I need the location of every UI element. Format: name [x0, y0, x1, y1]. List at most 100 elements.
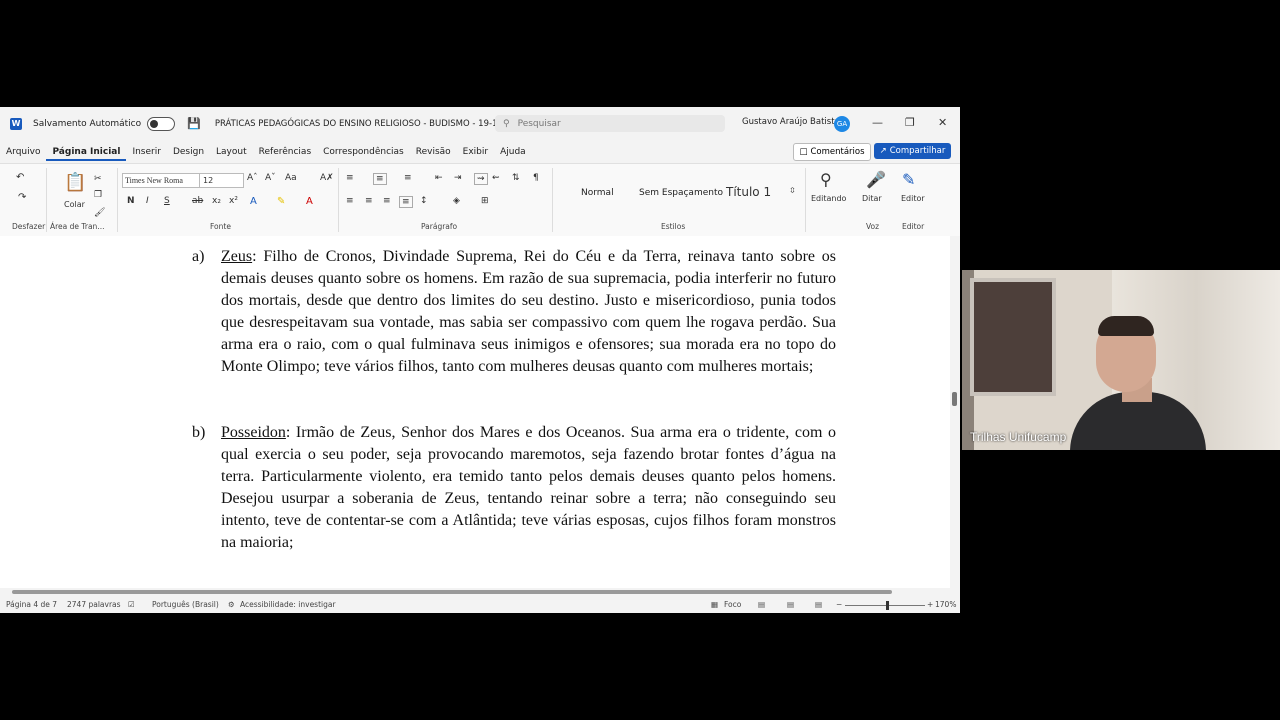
minimize-icon[interactable]: — [872, 116, 883, 129]
font-name-select[interactable]: Times New Roma [122, 173, 200, 188]
style-no-spacing[interactable]: Sem Espaçamento [639, 188, 723, 198]
save-icon[interactable]: 💾 [187, 117, 201, 130]
list-item[interactable]: b) Posseidon: Irmão de Zeus, Senhor dos … [192, 422, 836, 554]
change-case-icon[interactable]: Aa [285, 173, 297, 183]
share-button[interactable]: ↗ Compartilhar [874, 143, 951, 159]
zoom-slider-knob[interactable] [886, 601, 889, 610]
styles-scroll-icon[interactable]: ⇳ [789, 186, 796, 195]
clear-format-icon[interactable]: A✗ [320, 173, 334, 183]
tab-layout[interactable]: Layout [210, 143, 253, 161]
vertical-scrollbar[interactable] [950, 236, 960, 591]
bold-icon[interactable]: N [127, 196, 135, 206]
focus-icon: ▦ [711, 600, 719, 609]
microphone-icon[interactable]: 🎤 [866, 170, 886, 189]
shading-icon[interactable]: ◈ [453, 196, 460, 206]
scroll-thumb[interactable] [952, 392, 957, 406]
group-label-editor: Editor [902, 222, 925, 231]
align-right-icon[interactable]: ≡ [383, 196, 391, 206]
format-painter-icon[interactable]: 🖌 [94, 208, 105, 218]
read-mode-icon[interactable]: ▤ [758, 600, 765, 609]
shrink-font-icon[interactable]: Aˇ [265, 173, 276, 183]
tab-pagina-inicial[interactable]: Página Inicial [46, 143, 127, 161]
document-title[interactable]: PRÁTICAS PEDAGÓGICAS DO ENSINO RELIGIOSO… [215, 119, 520, 129]
language[interactable]: Português (Brasil) [152, 600, 219, 609]
user-name[interactable]: Gustavo Araújo Batista [742, 117, 840, 127]
zoom-in-icon[interactable]: + [927, 600, 933, 609]
tab-arquivo[interactable]: Arquivo [0, 143, 46, 161]
subscript-icon[interactable]: x₂ [212, 196, 221, 206]
font-size-select[interactable]: 12 [199, 173, 244, 188]
avatar[interactable]: GA [834, 116, 850, 132]
scroll-thumb[interactable] [12, 590, 892, 594]
proofing-icon[interactable]: ☑ [128, 600, 135, 609]
ltr-icon[interactable]: ⇝ [474, 173, 488, 185]
restore-icon[interactable]: ❐ [905, 116, 915, 129]
accessibility-status[interactable]: Acessibilidade: investigar [240, 600, 336, 609]
copy-icon[interactable]: ❐ [94, 190, 102, 200]
word-count[interactable]: 2747 palavras [67, 600, 121, 609]
bullets-icon[interactable]: ≡ [346, 173, 354, 183]
decrease-indent-icon[interactable]: ⇤ [435, 173, 443, 183]
paste-icon[interactable]: 📋 [64, 172, 86, 193]
tab-design[interactable]: Design [167, 143, 210, 161]
sort-icon[interactable]: ⇅ [512, 173, 520, 183]
borders-icon[interactable]: ⊞ [481, 196, 489, 206]
tab-ajuda[interactable]: Ajuda [494, 143, 532, 161]
list-item[interactable]: a) Zeus: Filho de Cronos, Divindade Supr… [192, 246, 836, 378]
web-layout-icon[interactable]: ▤ [815, 600, 822, 609]
increase-indent-icon[interactable]: ⇥ [454, 173, 462, 183]
tab-exibir[interactable]: Exibir [457, 143, 494, 161]
rtl-icon[interactable]: ⇜ [492, 173, 500, 183]
paragraph-text: : Filho de Cronos, Divindade Suprema, Re… [221, 248, 836, 375]
search-icon[interactable]: ⚲ [820, 170, 832, 189]
page-count[interactable]: Página 4 de 7 [6, 600, 57, 609]
document-canvas[interactable]: a) Zeus: Filho de Cronos, Divindade Supr… [0, 236, 950, 591]
search-placeholder: Pesquisar [517, 118, 561, 129]
zoom-slider[interactable] [845, 605, 925, 606]
word-window: W Salvamento Automático 💾 PRÁTICAS PEDAG… [0, 107, 960, 613]
comments-button[interactable]: □ Comentários [793, 143, 871, 161]
webcam-feed: Trilhas Unifucamp [962, 270, 1280, 450]
editor-icon[interactable]: ✎ [902, 170, 915, 189]
close-icon[interactable]: ✕ [938, 116, 947, 129]
editor-label[interactable]: Editor [901, 194, 925, 203]
multilevel-list-icon[interactable]: ≡ [404, 173, 412, 183]
align-left-icon[interactable]: ≡ [346, 196, 354, 206]
underline-icon[interactable]: S [164, 196, 170, 206]
style-normal[interactable]: Normal [581, 188, 614, 198]
tab-inserir[interactable]: Inserir [126, 143, 167, 161]
zoom-level[interactable]: 170% [935, 600, 956, 609]
line-spacing-icon[interactable]: ↕ [420, 196, 428, 206]
deity-name: Posseidon [221, 424, 286, 441]
autosave-toggle[interactable] [147, 116, 176, 131]
cut-icon[interactable]: ✂ [94, 174, 102, 184]
search-input[interactable]: ⚲ Pesquisar [495, 115, 725, 132]
numbering-icon[interactable]: ≡ [373, 173, 387, 185]
redo-icon[interactable]: ↷ [18, 192, 26, 203]
highlight-icon[interactable]: ✎ [277, 196, 285, 207]
comments-label: Comentários [810, 147, 865, 157]
align-center-icon[interactable]: ≡ [365, 196, 373, 206]
text-effects-icon[interactable]: A [250, 196, 257, 207]
strikethrough-icon[interactable]: ab [192, 196, 203, 206]
group-label-clipboard: Área de Tran... [50, 222, 105, 231]
list-marker: b) [192, 424, 206, 441]
tab-correspondencias[interactable]: Correspondências [317, 143, 410, 161]
style-title-1[interactable]: Título 1 [726, 185, 771, 199]
paste-label[interactable]: Colar [64, 200, 85, 209]
editing-label[interactable]: Editando [811, 194, 846, 203]
undo-icon[interactable]: ↶ [16, 172, 24, 183]
focus-label[interactable]: Foco [724, 600, 741, 609]
superscript-icon[interactable]: x² [229, 196, 238, 206]
zoom-out-icon[interactable]: − [836, 600, 842, 609]
horizontal-scrollbar[interactable] [0, 588, 950, 596]
font-color-icon[interactable]: A [306, 196, 313, 207]
pilcrow-icon[interactable]: ¶ [533, 173, 539, 183]
justify-icon[interactable]: ≡ [399, 196, 413, 208]
dictate-label[interactable]: Ditar [862, 194, 882, 203]
tab-referencias[interactable]: Referências [253, 143, 318, 161]
grow-font-icon[interactable]: Aˆ [247, 173, 258, 183]
tab-revisao[interactable]: Revisão [410, 143, 457, 161]
italic-icon[interactable]: I [146, 196, 149, 206]
print-layout-icon[interactable]: ▤ [787, 600, 794, 609]
